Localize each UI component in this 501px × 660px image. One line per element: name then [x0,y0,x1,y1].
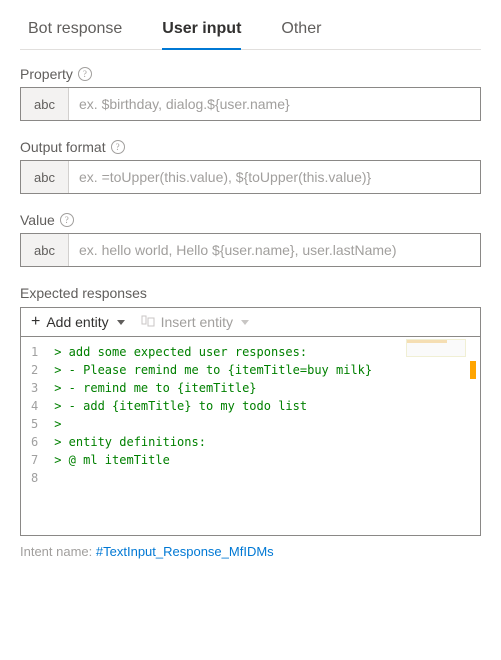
tab-user-input[interactable]: User input [162,12,241,50]
output-format-label: Output format [20,139,106,155]
plus-icon: + [31,314,40,330]
line-number: 5 [31,415,38,433]
chevron-down-icon [241,320,249,325]
value-input[interactable] [69,234,480,266]
intent-name-link[interactable]: #TextInput_Response_MfIDMs [96,544,274,559]
code-line[interactable]: > - Please remind me to {itemTitle=buy m… [54,361,472,379]
add-entity-button[interactable]: + Add entity [31,314,125,330]
intent-name-row: Intent name: #TextInput_Response_MfIDMs [20,544,481,559]
code-editor[interactable]: 12345678 > add some expected user respon… [20,336,481,536]
line-number: 8 [31,469,38,487]
help-icon[interactable]: ? [111,140,125,154]
property-input[interactable] [69,88,480,120]
tabs-bar: Bot response User input Other [20,12,481,50]
insert-entity-label: Insert entity [161,314,233,330]
add-entity-label: Add entity [46,314,108,330]
entity-toolbar: + Add entity Insert entity [20,307,481,336]
insert-entity-icon [141,315,155,329]
insert-entity-button: Insert entity [141,314,249,330]
value-label: Value [20,212,55,228]
line-number: 4 [31,397,38,415]
field-property: Property ? abc [20,66,481,121]
help-icon[interactable]: ? [78,67,92,81]
field-value: Value ? abc [20,212,481,267]
line-number: 6 [31,433,38,451]
line-number: 1 [31,343,38,361]
code-line[interactable]: > entity definitions: [54,433,472,451]
scroll-indicator[interactable] [470,361,476,379]
type-prefix-abc[interactable]: abc [21,234,69,266]
code-content[interactable]: > add some expected user responses:> - P… [46,337,480,535]
expected-responses-label: Expected responses [20,285,481,301]
field-output-format: Output format ? abc [20,139,481,194]
type-prefix-abc[interactable]: abc [21,88,69,120]
code-line[interactable]: > - add {itemTitle} to my todo list [54,397,472,415]
tab-other[interactable]: Other [281,12,321,50]
type-prefix-abc[interactable]: abc [21,161,69,193]
code-line[interactable]: > - remind me to {itemTitle} [54,379,472,397]
line-number: 3 [31,379,38,397]
help-icon[interactable]: ? [60,213,74,227]
minimap[interactable] [406,339,466,357]
output-format-input[interactable] [69,161,480,193]
line-number: 7 [31,451,38,469]
code-line[interactable]: > [54,415,472,433]
tab-bot-response[interactable]: Bot response [28,12,122,50]
line-numbers: 12345678 [21,337,46,535]
code-line[interactable] [54,469,472,487]
intent-name-label: Intent name: [20,544,92,559]
code-line[interactable]: > @ ml itemTitle [54,451,472,469]
chevron-down-icon [117,320,125,325]
line-number: 2 [31,361,38,379]
property-label: Property [20,66,73,82]
